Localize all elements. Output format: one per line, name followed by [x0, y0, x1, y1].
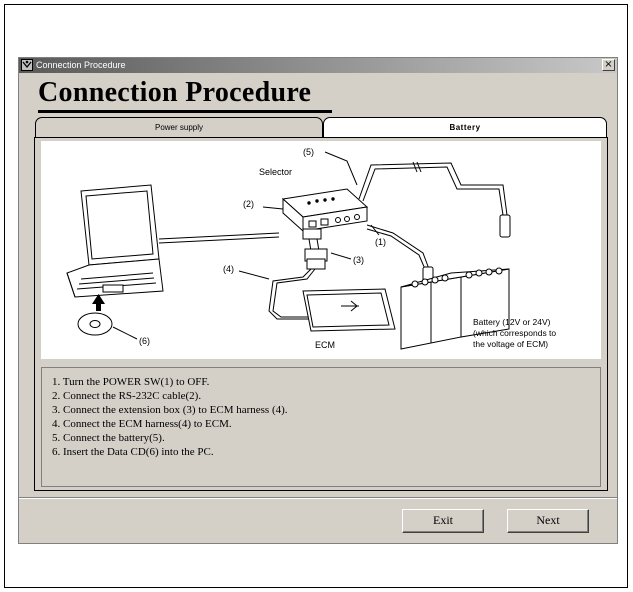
step-item: 1. Turn the POWER SW(1) to OFF. — [52, 376, 210, 388]
label-1: (1) — [375, 237, 386, 247]
window-title: Connection Procedure — [36, 60, 126, 70]
extension-box-illustration — [302, 228, 328, 270]
label-5: (5) — [303, 147, 314, 157]
connection-procedure-window: Connection Procedure × Connection Proced… — [18, 57, 618, 544]
exit-button[interactable]: Exit — [402, 509, 484, 533]
close-icon: × — [604, 59, 613, 70]
label-6: (6) — [139, 336, 150, 346]
cd-illustration — [77, 312, 138, 340]
ecm-illustration — [302, 288, 396, 332]
label-2: (2) — [243, 199, 254, 209]
cd-insert-arrow — [92, 294, 105, 311]
close-button[interactable]: × — [602, 59, 615, 71]
instructions-list: 1. Turn the POWER SW(1) to OFF. 2. Conne… — [41, 367, 601, 487]
step-item: 4. Connect the ECM harness(4) to ECM. — [52, 418, 232, 430]
tab-battery[interactable]: Battery — [323, 117, 607, 138]
app-icon — [21, 59, 33, 71]
footer-divider — [19, 497, 617, 499]
step-item: 2. Connect the RS-232C cable(2). — [52, 390, 202, 402]
label-battery-1: Battery (12V or 24V) — [473, 317, 551, 327]
label-battery-2: (which corresponds to — [473, 328, 556, 338]
step-item: 5. Connect the battery(5). — [52, 432, 165, 444]
page-heading: Connection Procedure — [38, 77, 312, 108]
next-button[interactable]: Next — [507, 509, 589, 533]
title-bar: Connection Procedure × — [19, 58, 617, 73]
tab-power-supply[interactable]: Power supply — [35, 117, 323, 138]
step-item: 6. Insert the Data CD(6) into the PC. — [52, 446, 214, 458]
label-selector: Selector — [259, 167, 292, 177]
label-ecm: ECM — [315, 340, 335, 350]
connection-diagram: (5) Selector (2) (1) (3) (4) (6) ECM Bat… — [41, 141, 601, 359]
label-battery-3: the voltage of ECM) — [473, 339, 548, 349]
step-item: 3. Connect the extension box (3) to ECM … — [52, 404, 288, 416]
label-3: (3) — [353, 255, 364, 265]
laptop-illustration — [66, 184, 164, 298]
diagram-illustration: (5) Selector (2) (1) (3) (4) (6) ECM Bat… — [66, 147, 556, 350]
label-4: (4) — [223, 264, 234, 274]
battery-cable — [358, 161, 508, 270]
rs232c-cable — [158, 232, 280, 244]
heading-underline — [38, 110, 332, 113]
selector-illustration — [281, 188, 369, 233]
